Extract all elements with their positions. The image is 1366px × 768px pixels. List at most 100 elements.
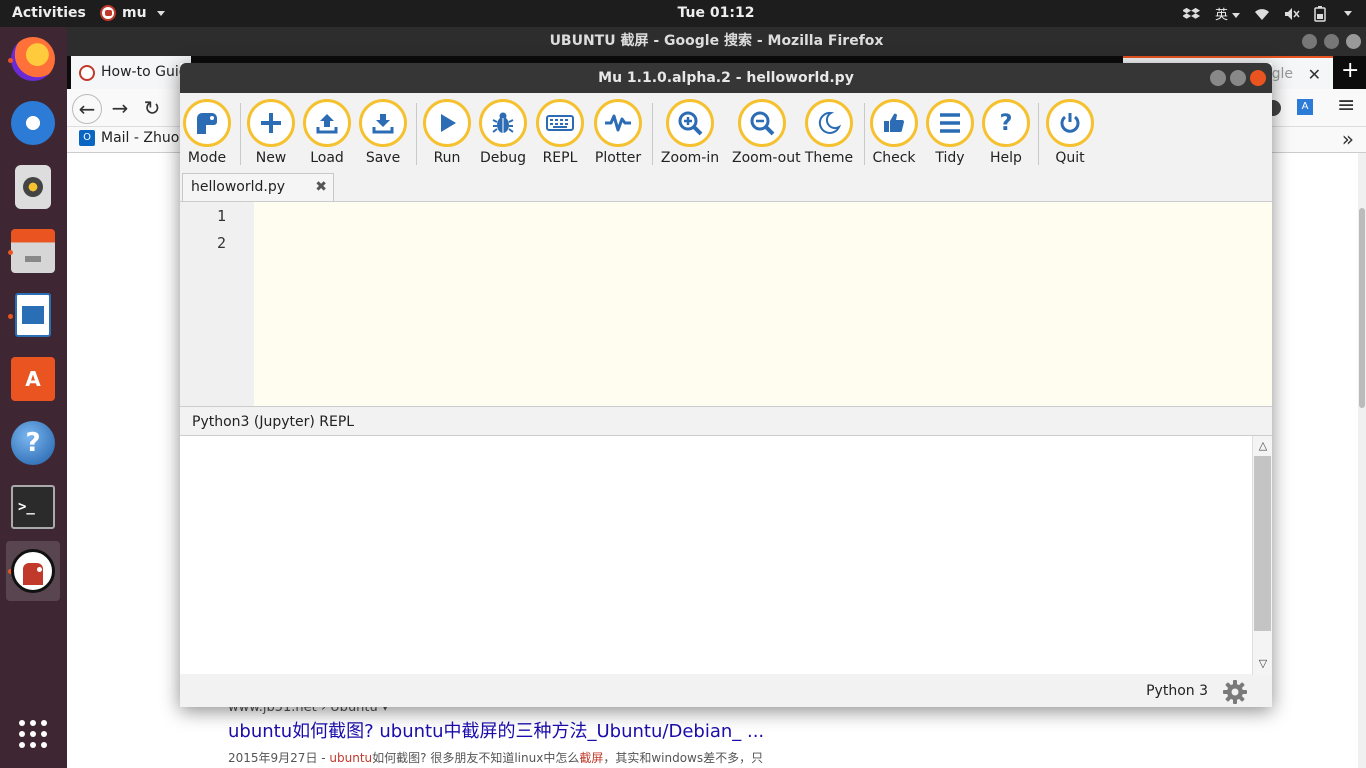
file-cabinet-icon bbox=[11, 229, 55, 273]
current-mode-label[interactable]: Python 3 bbox=[1146, 683, 1208, 699]
align-lines-icon bbox=[940, 113, 960, 133]
new-tab-icon[interactable]: + bbox=[1341, 58, 1359, 83]
maximize-icon[interactable] bbox=[1324, 34, 1339, 49]
tab-label: How-to Guid bbox=[101, 64, 188, 80]
dropbox-icon[interactable] bbox=[1182, 6, 1201, 22]
debug-button[interactable]: Debug bbox=[473, 99, 533, 166]
tidy-button[interactable]: Tidy bbox=[920, 99, 980, 166]
zoom-in-icon bbox=[678, 111, 703, 136]
speaker-icon bbox=[15, 165, 51, 209]
plotter-button[interactable]: Plotter bbox=[588, 99, 648, 166]
show-applications-button[interactable] bbox=[6, 705, 60, 763]
line-number-gutter: 1 2 bbox=[180, 202, 254, 406]
search-result: www.jb51.net › Ubuntu ▾ ubuntu如何截图? ubun… bbox=[228, 700, 764, 766]
hamburger-menu-icon[interactable]: ≡ bbox=[1337, 93, 1355, 118]
close-icon[interactable] bbox=[1250, 70, 1266, 86]
help-icon: ? bbox=[11, 421, 55, 465]
wifi-icon[interactable] bbox=[1254, 7, 1270, 21]
zoom-out-button[interactable]: Zoom-out bbox=[732, 99, 801, 166]
clock[interactable]: Tue 01:12 bbox=[0, 5, 1366, 21]
mu-toolbar: Mode New Load Save Run Debug REPL Plotte… bbox=[180, 93, 1272, 171]
mode-icon bbox=[197, 113, 217, 134]
pulse-icon bbox=[605, 114, 631, 132]
input-method-indicator[interactable]: 英 bbox=[1215, 4, 1240, 23]
mu-window: Mu 1.1.0.alpha.2 - helloworld.py Mode Ne… bbox=[180, 63, 1272, 707]
repl-console[interactable]: △ ▽ bbox=[180, 435, 1272, 675]
upload-icon bbox=[316, 114, 338, 134]
bookmarks-overflow-icon[interactable]: » bbox=[1342, 127, 1354, 151]
file-tab-helloworld[interactable]: helloworld.py ✖ bbox=[182, 173, 334, 201]
help-button[interactable]: ? Help bbox=[976, 99, 1036, 166]
dock-libreoffice-writer[interactable] bbox=[6, 286, 60, 344]
code-text-area[interactable] bbox=[254, 202, 1272, 406]
repl-button[interactable]: REPL bbox=[530, 99, 590, 166]
back-arrow-icon[interactable]: ← bbox=[72, 94, 102, 124]
dock-rhythmbox[interactable] bbox=[6, 158, 60, 216]
mu-window-title: Mu 1.1.0.alpha.2 - helloworld.py bbox=[598, 70, 854, 86]
code-editor: 1 2 bbox=[180, 201, 1272, 407]
firefox-tab[interactable]: How-to Guid bbox=[71, 56, 191, 89]
zoom-in-button[interactable]: Zoom-in bbox=[660, 99, 720, 166]
document-icon bbox=[15, 293, 51, 337]
activities-button[interactable]: Activities bbox=[12, 5, 86, 21]
gear-icon[interactable] bbox=[1222, 679, 1248, 705]
status-bar: Python 3 bbox=[180, 675, 1272, 707]
running-indicator bbox=[8, 314, 13, 319]
thunderbird-icon bbox=[11, 101, 55, 145]
dock-files[interactable] bbox=[6, 222, 60, 280]
result-snippet: 2015年9月27日 - ubuntu如何截图? 很多朋友不知道linux中怎么… bbox=[228, 751, 764, 765]
theme-button[interactable]: Theme bbox=[799, 99, 859, 166]
dock-mu[interactable] bbox=[6, 541, 60, 601]
running-indicator bbox=[8, 250, 13, 255]
mu-titlebar[interactable]: Mu 1.1.0.alpha.2 - helloworld.py bbox=[180, 63, 1272, 93]
save-button[interactable]: Save bbox=[353, 99, 413, 166]
plus-icon bbox=[261, 113, 281, 133]
mode-button[interactable]: Mode bbox=[177, 99, 237, 166]
outlook-icon: O bbox=[79, 130, 95, 146]
firefox-titlebar: UBUNTU 截屏 - Google 搜索 - Mozilla Firefox bbox=[67, 27, 1366, 56]
download-icon bbox=[372, 114, 394, 134]
file-tab-label: helloworld.py bbox=[191, 179, 286, 195]
result-title-link[interactable]: ubuntu如何截图? ubuntu中截屏的三种方法_Ubuntu/Debian… bbox=[228, 717, 764, 743]
repl-scrollbar[interactable]: △ ▽ bbox=[1252, 436, 1272, 675]
chevron-down-icon bbox=[156, 10, 165, 16]
page-scrollbar[interactable] bbox=[1358, 153, 1366, 768]
volume-muted-icon[interactable] bbox=[1284, 7, 1300, 21]
dock-terminal[interactable]: >_ bbox=[6, 478, 60, 536]
check-button[interactable]: Check bbox=[864, 99, 924, 166]
app-grid-icon bbox=[19, 720, 47, 748]
close-icon[interactable] bbox=[1346, 34, 1361, 49]
reload-icon[interactable]: ↻ bbox=[137, 94, 167, 124]
keyboard-icon bbox=[546, 115, 574, 131]
mu-app-icon bbox=[100, 5, 116, 21]
dock-help[interactable]: ? bbox=[6, 414, 60, 472]
play-icon bbox=[441, 114, 456, 132]
toolbar-separator bbox=[1038, 103, 1039, 165]
firefox-icon bbox=[11, 37, 55, 81]
translate-icon[interactable]: A bbox=[1297, 99, 1313, 115]
dock-firefox[interactable] bbox=[6, 30, 60, 88]
forward-arrow-icon[interactable]: → bbox=[105, 94, 135, 124]
minimize-icon[interactable] bbox=[1302, 34, 1317, 49]
scroll-up-icon[interactable]: △ bbox=[1256, 439, 1270, 453]
run-button[interactable]: Run bbox=[417, 99, 477, 166]
scrollbar-thumb[interactable] bbox=[1254, 456, 1271, 631]
quit-button[interactable]: Quit bbox=[1040, 99, 1100, 166]
system-menu-chevron-icon[interactable] bbox=[1344, 11, 1352, 16]
running-indicator bbox=[8, 58, 13, 63]
close-tab-icon[interactable]: ✖ bbox=[315, 174, 327, 200]
firefox-window-title: UBUNTU 截屏 - Google 搜索 - Mozilla Firefox bbox=[549, 33, 884, 49]
app-menu[interactable]: mu bbox=[100, 5, 165, 21]
dock-thunderbird[interactable] bbox=[6, 94, 60, 152]
shopping-bag-icon: A bbox=[11, 357, 55, 401]
scroll-down-icon[interactable]: ▽ bbox=[1256, 657, 1270, 671]
maximize-icon[interactable] bbox=[1230, 70, 1246, 86]
new-button[interactable]: New bbox=[241, 99, 301, 166]
load-button[interactable]: Load bbox=[297, 99, 357, 166]
dock-software[interactable]: A bbox=[6, 350, 60, 408]
scrollbar-thumb[interactable] bbox=[1359, 208, 1365, 408]
close-tab-icon[interactable]: ✕ bbox=[1308, 58, 1321, 91]
battery-icon[interactable] bbox=[1314, 5, 1326, 22]
minimize-icon[interactable] bbox=[1210, 70, 1226, 86]
bookmark-mail[interactable]: O Mail - Zhuor bbox=[79, 130, 185, 146]
